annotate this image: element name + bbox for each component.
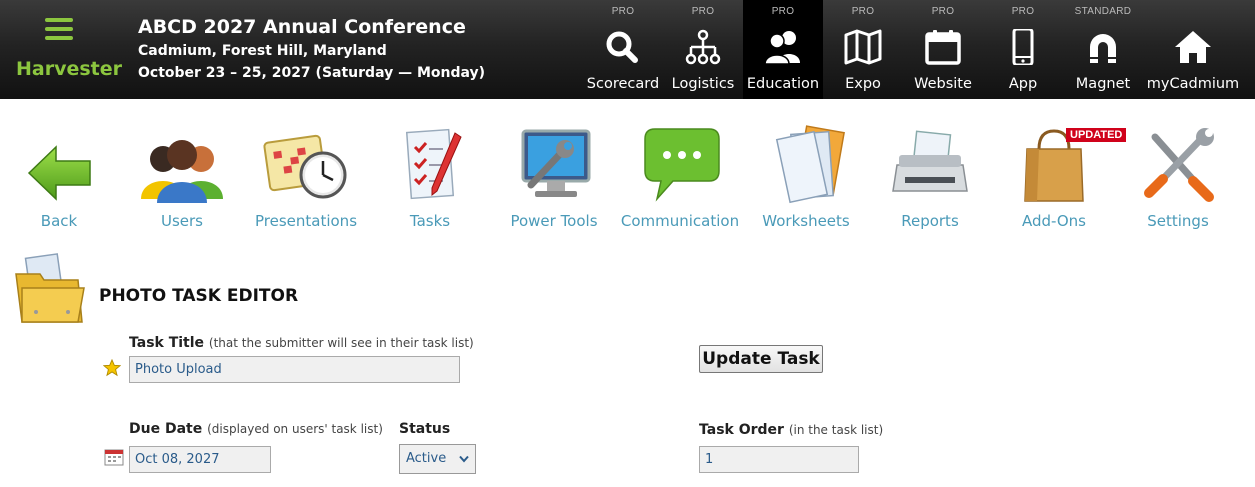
toolbar-label: Back xyxy=(40,212,78,230)
toolbar-power-tools[interactable]: Power Tools xyxy=(494,120,614,235)
sitemap-icon xyxy=(685,29,721,65)
module-logistics[interactable]: PRO Logistics xyxy=(663,0,743,99)
module-tier: PRO xyxy=(1011,6,1035,17)
module-tier: PRO xyxy=(691,6,715,17)
chevron-down-icon xyxy=(459,455,469,463)
module-tier: PRO xyxy=(851,6,875,17)
due-date-label-text: Due Date xyxy=(129,421,203,437)
back-arrow-icon xyxy=(27,145,91,201)
conference-location: Cadmium, Forest Hill, Maryland xyxy=(138,43,387,59)
module-tier: PRO xyxy=(771,6,795,17)
task-order-label: Task Order (in the task list) xyxy=(699,422,883,438)
module-website[interactable]: PRO Website xyxy=(903,0,983,99)
module-magnet[interactable]: STANDARD Magnet xyxy=(1063,0,1143,99)
task-title-input[interactable]: Photo Upload xyxy=(129,356,460,383)
module-label: Magnet xyxy=(1075,76,1131,92)
page-title: PHOTO TASK EDITOR xyxy=(99,286,299,306)
toolbar-label: Communication xyxy=(620,212,740,230)
calendar-clock-icon xyxy=(263,134,347,199)
task-order-label-text: Task Order xyxy=(699,422,784,438)
status-select[interactable]: Active xyxy=(399,444,476,474)
star-icon xyxy=(103,359,121,377)
folder-icon xyxy=(15,253,85,323)
task-title-hint: (that the submitter will see in their ta… xyxy=(208,336,474,350)
module-label: myCadmium xyxy=(1146,76,1240,92)
due-date-hint: (displayed on users' task list) xyxy=(207,422,383,436)
task-title-label-text: Task Title xyxy=(129,335,205,351)
brand-name[interactable]: Harvester xyxy=(16,58,122,80)
module-app[interactable]: PRO App xyxy=(983,0,1063,99)
module-tier: PRO xyxy=(611,6,635,17)
toolbar-label: Presentations xyxy=(254,212,358,230)
module-tier: STANDARD xyxy=(1074,6,1132,17)
toolbar-back[interactable]: Back xyxy=(0,120,119,235)
conference-dates: October 23 – 25, 2027 (Saturday — Monday… xyxy=(138,65,486,81)
toolbar-label: Worksheets xyxy=(762,212,850,230)
toolbar-label: Power Tools xyxy=(510,212,598,230)
documents-icon xyxy=(775,125,845,204)
task-order-input[interactable]: 1 xyxy=(699,446,859,473)
toolbar-tasks[interactable]: Tasks xyxy=(370,120,490,235)
top-navigation-bar: Harvester ABCD 2027 Annual Conference Ca… xyxy=(0,0,1255,99)
search-icon xyxy=(606,31,638,63)
update-task-button[interactable]: Update Task xyxy=(699,345,823,373)
toolbar-worksheets[interactable]: Worksheets xyxy=(746,120,866,235)
mobile-icon xyxy=(1012,29,1034,65)
menu-icon[interactable] xyxy=(45,18,73,40)
due-date-label: Due Date (displayed on users' task list) xyxy=(129,421,383,437)
status-selected-value: Active xyxy=(406,451,447,466)
toolbar-label: Users xyxy=(160,212,203,230)
toolbar-label: Settings xyxy=(1147,212,1209,230)
toolbar-label: Add-Ons xyxy=(1022,212,1086,230)
toolbar-add-ons[interactable]: UPDATED Add-Ons xyxy=(994,120,1127,235)
module-mycadmium[interactable]: myCadmium xyxy=(1147,0,1239,99)
task-order-hint: (in the task list) xyxy=(788,423,884,437)
task-title-label: Task Title (that the submitter will see … xyxy=(129,335,474,351)
due-date-input[interactable]: Oct 08, 2027 xyxy=(129,446,271,473)
calendar-picker-icon[interactable] xyxy=(104,448,124,466)
module-tier: PRO xyxy=(931,6,955,17)
status-label: Status xyxy=(399,421,451,437)
printer-icon xyxy=(892,130,968,192)
calendar-icon xyxy=(925,30,961,65)
toolbar-label: Tasks xyxy=(409,212,451,230)
toolbar-label: Reports xyxy=(901,212,959,230)
users-icon xyxy=(764,31,800,65)
toolbar-users[interactable]: Users xyxy=(122,120,242,235)
toolbar-communication[interactable]: Communication xyxy=(620,120,740,235)
monitor-wrench-icon xyxy=(521,129,591,197)
module-expo[interactable]: PRO Expo xyxy=(823,0,903,99)
tools-icon xyxy=(1144,128,1214,202)
chat-bubble-icon xyxy=(644,128,720,202)
toolbar-settings[interactable]: Settings xyxy=(1118,120,1238,235)
users-group-icon xyxy=(141,140,223,203)
toolbar-presentations[interactable]: Presentations xyxy=(246,120,366,235)
magnet-icon xyxy=(1090,34,1116,63)
module-scorecard[interactable]: PRO Scorecard xyxy=(583,0,663,99)
conference-title: ABCD 2027 Annual Conference xyxy=(138,16,466,38)
toolbar-reports[interactable]: Reports xyxy=(870,120,990,235)
checklist-icon xyxy=(405,128,462,200)
home-icon xyxy=(1175,31,1211,63)
module-education[interactable]: PRO Education xyxy=(743,0,823,99)
map-icon xyxy=(844,29,882,65)
